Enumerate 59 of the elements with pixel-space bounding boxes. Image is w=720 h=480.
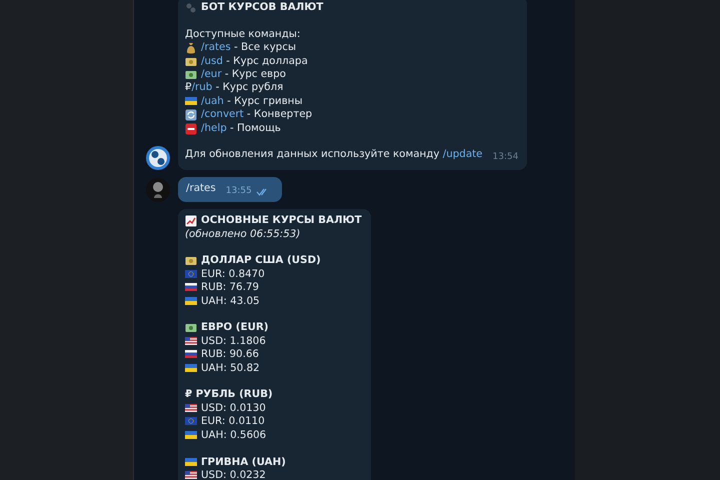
flag-icon <box>185 416 197 426</box>
rate-value: EUR: 0.0110 <box>201 415 265 429</box>
command-link[interactable]: /convert <box>201 108 244 122</box>
rate-value: USD: 0.0130 <box>201 402 266 416</box>
flag-icon <box>185 402 197 413</box>
ruble-symbol: ₽ <box>185 81 192 95</box>
command-description: - Курс рубля <box>214 81 284 95</box>
flag-icon <box>185 470 197 480</box>
message-time: 13:55 <box>226 184 252 198</box>
banknote-icon <box>185 255 197 268</box>
message-text: Для обновления данных используйте команду /update <box>185 148 483 162</box>
flag-icon <box>185 296 197 306</box>
flag-icon <box>185 268 197 279</box>
command-link[interactable]: /help <box>201 122 227 136</box>
command-description: - Курс доллара <box>225 54 308 68</box>
update-time: (обновлено 06:55:53) <box>185 228 300 242</box>
rate-value: UAH: 50.82 <box>201 362 260 376</box>
flag-icon <box>185 282 197 292</box>
banknote-icon <box>185 322 197 334</box>
flag-icon <box>185 336 197 346</box>
banknote-icon <box>185 69 197 82</box>
flag-icon <box>185 362 197 373</box>
chart-up-icon <box>185 215 197 228</box>
rate-value: USD: 0.0232 <box>201 468 266 480</box>
command-description: - Курс гривны <box>226 94 303 108</box>
message-title: ОСНОВНЫЕ КУРСЫ ВАЛЮТ <box>201 214 362 228</box>
command-link[interactable]: /rub <box>192 81 212 95</box>
flag-icon <box>185 349 197 360</box>
money-bag-icon <box>185 42 197 54</box>
flag-icon <box>185 456 197 466</box>
rate-value: USD: 1.1806 <box>201 334 266 348</box>
command-description: - Курс евро <box>224 68 286 82</box>
command-link[interactable]: /usd <box>201 54 223 68</box>
flag-icon <box>185 430 197 440</box>
command-description: - Конвертер <box>246 108 312 122</box>
currency-heading: ГРИВНА (UAH) <box>201 456 286 469</box>
message-text: Доступные команды: <box>185 28 300 42</box>
command-link[interactable]: /rates <box>186 182 216 196</box>
command-link[interactable]: /eur <box>201 68 222 82</box>
message-title: БОТ КУРСОВ ВАЛЮТ <box>201 1 324 14</box>
command-description: - Помощь <box>229 122 281 136</box>
message-time: 13:54 <box>492 151 518 164</box>
command-link[interactable]: /rates <box>201 41 231 55</box>
rate-value: RUB: 76.79 <box>201 281 259 295</box>
rate-value: EUR: 0.8470 <box>201 268 265 282</box>
currency-heading: ЕВРО (EUR) <box>201 321 269 335</box>
rate-value: UAH: 0.5606 <box>201 428 266 442</box>
command-link[interactable]: /update <box>442 148 483 160</box>
rate-value: UAH: 43.05 <box>201 294 260 308</box>
rate-value: RUB: 90.66 <box>201 348 259 362</box>
currency-heading: ДОЛЛАР США (USD) <box>201 254 321 268</box>
flag-icon <box>185 96 197 106</box>
user-avatar-icon[interactable] <box>146 178 170 202</box>
bot-avatar-icon[interactable] <box>146 146 170 170</box>
banknote-icon <box>185 56 197 68</box>
command-description: - Все курсы <box>233 41 296 55</box>
refresh-icon <box>185 109 197 122</box>
command-link[interactable]: /uah <box>201 94 224 108</box>
currency-heading: ₽ РУБЛЬ (RUB) <box>185 388 273 402</box>
